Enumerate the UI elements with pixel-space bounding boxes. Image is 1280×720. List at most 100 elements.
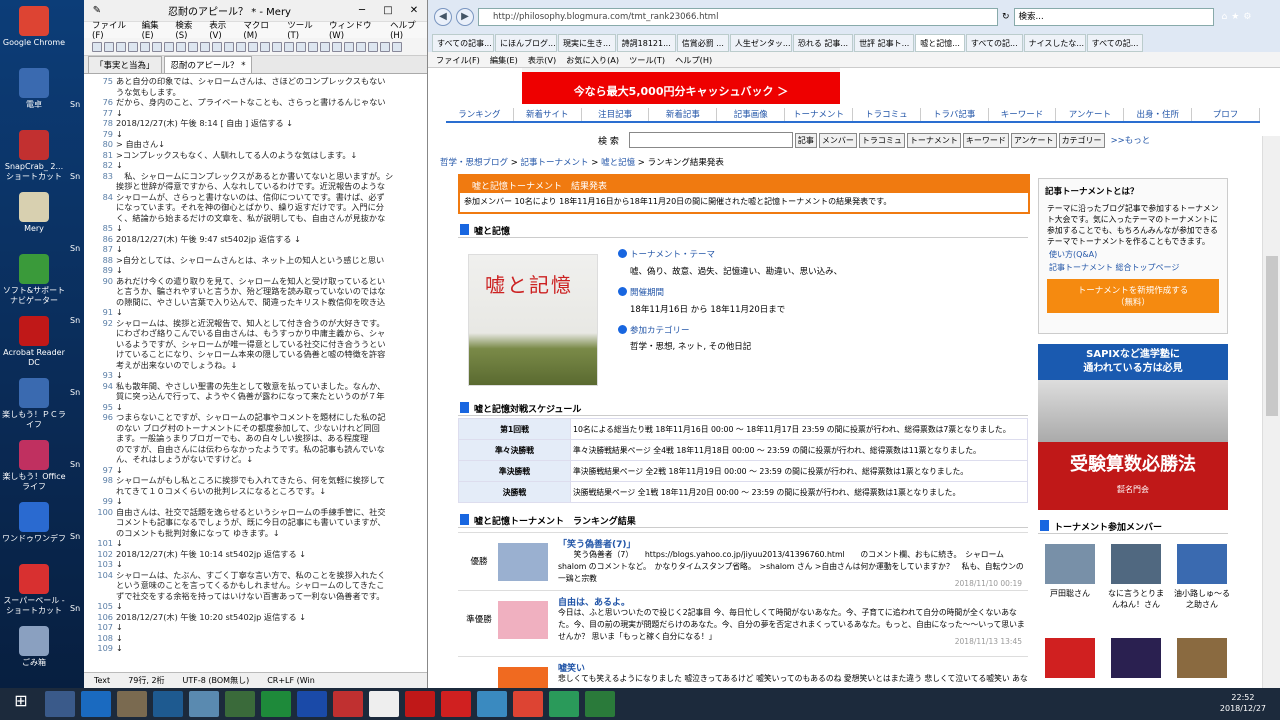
toolbar-button-icon[interactable] [296, 41, 306, 52]
editor-tab[interactable]: 忍耐のアピール？ * [163, 56, 253, 73]
toolbar-button-icon[interactable] [332, 41, 342, 52]
site-search-input[interactable] [628, 132, 793, 148]
taskbar-app-icon[interactable] [477, 691, 507, 717]
nav-link[interactable]: トーナメント [785, 108, 853, 121]
desktop-icon[interactable]: Acrobat Reader DC [2, 316, 66, 368]
editor-tab[interactable]: 「事実と当為」 [88, 56, 162, 73]
mery-menu-item[interactable]: ツール(T) [287, 19, 323, 41]
toolbar-button-icon[interactable] [260, 41, 270, 52]
member-item[interactable]: なに言うとりまんねん！さん [1106, 544, 1166, 610]
mery-menu-item[interactable]: 検索(S) [175, 19, 203, 41]
minimize-icon[interactable]: ─ [349, 5, 375, 16]
browser-tab[interactable]: 信賞必罰 ... [676, 34, 729, 52]
taskbar-clock[interactable]: 22:52 2018/12/27 [1220, 692, 1266, 714]
nav-link[interactable]: 注目記事 [582, 108, 650, 121]
mery-menu-item[interactable]: ヘルプ(H) [390, 19, 427, 41]
browser-tab[interactable]: 現実に生き... [558, 34, 616, 52]
mery-menu-item[interactable]: ファイル(F) [92, 19, 136, 41]
side-link-howto[interactable]: 使い方(Q&A) [1039, 247, 1227, 262]
toolbar-button-icon[interactable] [140, 41, 150, 52]
close-icon[interactable]: ✕ [401, 5, 427, 16]
taskbar-app-icon[interactable] [153, 691, 183, 717]
browser-tab[interactable]: すべての記... [1086, 34, 1144, 52]
desktop-icon[interactable]: Mery [2, 192, 66, 234]
side-link-top[interactable]: 記事トーナメント 総合トップページ [1039, 262, 1227, 273]
taskbar-app-icon[interactable] [441, 691, 471, 717]
nav-link[interactable]: プロフ [1192, 108, 1260, 121]
nav-link[interactable]: 新着記事 [649, 108, 718, 121]
desktop-icon[interactable]: スーパーペール - ショートカット [2, 564, 66, 616]
desktop-icon[interactable]: 楽しもう！Office ライフ [2, 440, 66, 492]
toolbar-button-icon[interactable] [236, 41, 246, 52]
favorites-icon[interactable]: ★ [1231, 12, 1239, 22]
toolbar-button-icon[interactable] [116, 41, 126, 52]
member-item[interactable]: 戸田聡さん [1040, 544, 1100, 599]
nav-link[interactable]: アンケート [1056, 108, 1125, 121]
taskbar-app-icon[interactable] [189, 691, 219, 717]
taskbar-app-icon[interactable] [549, 691, 579, 717]
desktop-icon[interactable]: ごみ箱 [2, 626, 66, 668]
toolbar-button-icon[interactable] [128, 41, 138, 52]
rank-thumb[interactable] [498, 543, 548, 581]
start-icon[interactable]: ⊞ [3, 691, 39, 717]
toolbar-button-icon[interactable] [92, 41, 102, 52]
desktop-icon[interactable]: Google Chrome [2, 6, 66, 48]
member-item[interactable] [1172, 638, 1232, 682]
toolbar-button-icon[interactable] [248, 41, 258, 52]
desktop-icon[interactable]: 楽しもう！ＰＣライフ [2, 378, 66, 430]
breadcrumb-item[interactable]: 哲学・思想ブログ [440, 158, 508, 168]
nav-link[interactable]: ランキング [446, 108, 514, 121]
toolbar-button-icon[interactable] [392, 41, 402, 52]
ie-search-input[interactable]: 検索... [1013, 8, 1214, 26]
member-item[interactable]: 油小路しゅ〜る之助さん [1172, 544, 1232, 610]
browser-tab[interactable]: 恐れる 記事... [792, 34, 854, 52]
nav-link[interactable]: トラコミュ [853, 108, 921, 121]
create-tournament-button[interactable]: トーナメントを新規作成する （無料） [1047, 279, 1219, 313]
toolbar-button-icon[interactable] [320, 41, 330, 52]
home-icon[interactable]: ⌂ [1222, 12, 1228, 22]
mery-menu-item[interactable]: 編集(E) [142, 19, 170, 41]
browser-tab[interactable]: 詩詞18121... [616, 34, 676, 52]
toolbar-button-icon[interactable] [368, 41, 378, 52]
ie-menu-item[interactable]: 編集(E) [490, 54, 518, 66]
taskbar-app-icon[interactable] [585, 691, 615, 717]
address-bar[interactable]: http://philosophy.blogmura.com/tmt_rank2… [478, 8, 998, 26]
ie-menu-item[interactable]: お気に入り(A) [566, 54, 619, 66]
breadcrumb-item[interactable]: 記事トーナメント [521, 158, 589, 168]
member-item[interactable] [1040, 638, 1100, 682]
search-filter-button[interactable]: キーワード [962, 132, 1009, 148]
member-item[interactable] [1106, 638, 1166, 682]
search-filter-button[interactable]: トーナメント [906, 132, 961, 148]
browser-tab[interactable]: ナイスしたな... [1023, 34, 1086, 52]
gear-icon[interactable]: ⚙ [1243, 12, 1251, 22]
nav-link[interactable]: 記事画像 [717, 108, 786, 121]
toolbar-button-icon[interactable] [176, 41, 186, 52]
cashback-banner[interactable]: 今なら最大5,000円分キャッシュバック ＞ [522, 72, 840, 104]
search-filter-button[interactable]: アンケート [1010, 132, 1057, 148]
toolbar-button-icon[interactable] [272, 41, 282, 52]
toolbar-button-icon[interactable] [200, 41, 210, 52]
refresh-icon[interactable]: ↻ [1002, 12, 1010, 22]
ie-menu-item[interactable]: ツール(T) [629, 54, 665, 66]
page-scrollbar[interactable] [1262, 136, 1280, 688]
search-filter-button[interactable]: カテゴリー [1058, 132, 1105, 148]
toolbar-button-icon[interactable] [212, 41, 222, 52]
toolbar-button-icon[interactable] [188, 41, 198, 52]
taskbar-app-icon[interactable] [513, 691, 543, 717]
nav-link[interactable]: トラバ記事 [921, 108, 989, 121]
sapix-ad[interactable]: SAPIXなど進学塾に 通われている方は必見 受験算数必勝法 ㍿名門会 [1038, 344, 1228, 510]
nav-link[interactable]: キーワード [989, 108, 1057, 121]
back-icon[interactable]: ◀ [434, 8, 452, 26]
taskbar-app-icon[interactable] [45, 691, 75, 717]
toolbar-button-icon[interactable] [344, 41, 354, 52]
taskbar-app-icon[interactable] [369, 691, 399, 717]
toolbar-button-icon[interactable] [380, 41, 390, 52]
editor-area[interactable]: 75 あと自分の印象では、シャロームさんは、さほどのコンプレックスもない うな気もし… [84, 76, 427, 672]
desktop-icon[interactable]: 電卓 [2, 68, 66, 110]
mery-menu-item[interactable]: 表示(V) [209, 19, 237, 41]
taskbar-app-icon[interactable] [297, 691, 327, 717]
ie-menu-item[interactable]: ファイル(F) [436, 54, 480, 66]
scroll-thumb[interactable] [1266, 256, 1278, 416]
forward-icon[interactable]: ▶ [456, 8, 474, 26]
mery-menu-item[interactable]: マクロ(M) [243, 19, 281, 41]
